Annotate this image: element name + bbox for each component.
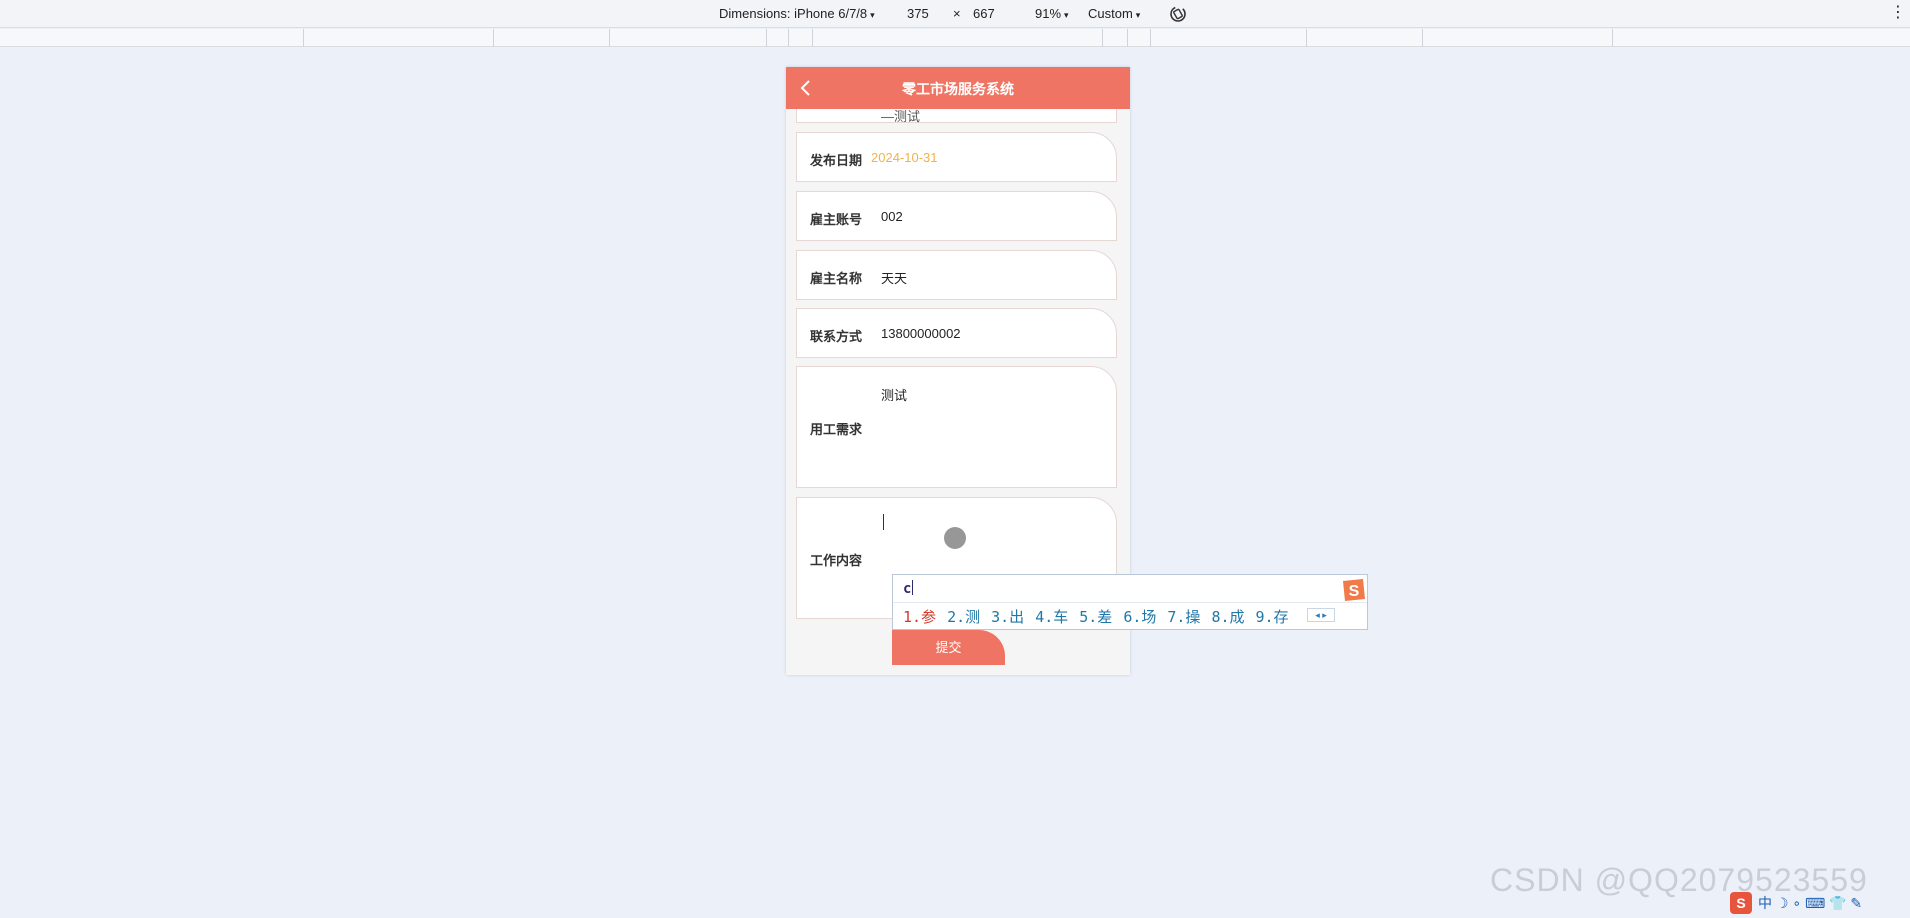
devtools-toolbar: Dimensions: iPhone 6/7/8 ▾ 375 × 667 91% ▾… bbox=[0, 0, 1910, 28]
zoom-label: 91% bbox=[1035, 6, 1062, 21]
tray-icons[interactable]: 中 ☽ ∘ ⌨ 👕 ✎ bbox=[1758, 895, 1862, 911]
contact-input[interactable]: 13800000002 bbox=[881, 326, 961, 341]
ruler-segment bbox=[1612, 29, 1613, 47]
more-options-icon[interactable]: ⋮ bbox=[1890, 4, 1906, 22]
requirement-textarea[interactable]: 测试 bbox=[881, 385, 907, 404]
device-select[interactable]: Dimensions: iPhone 6/7/8 ▾ bbox=[719, 6, 875, 21]
field-label: 雇主账号 bbox=[810, 212, 863, 227]
ruler-segment bbox=[609, 29, 610, 47]
app-header: 零工市场服务系统 bbox=[786, 67, 1130, 109]
ruler-segment bbox=[1422, 29, 1423, 47]
ime-tray: S 中 ☽ ∘ ⌨ 👕 ✎ bbox=[1730, 892, 1862, 914]
ime-candidate[interactable]: 4.车 bbox=[1035, 608, 1068, 626]
chevron-down-icon: ▾ bbox=[1135, 10, 1141, 20]
ruler-segment bbox=[812, 29, 813, 47]
height-input[interactable]: 667 bbox=[973, 6, 995, 21]
field-label: 工作内容 bbox=[810, 553, 863, 568]
ruler-segment bbox=[1306, 29, 1307, 47]
field-requirement[interactable]: 用工需求 测试 bbox=[796, 366, 1117, 488]
ruler-segment bbox=[493, 29, 494, 47]
ruler-segment bbox=[1102, 29, 1103, 47]
throttle-select[interactable]: Custom ▾ bbox=[1088, 6, 1140, 21]
ruler-segment bbox=[1127, 29, 1128, 47]
device-label: Dimensions: iPhone 6/7/8 bbox=[719, 6, 868, 21]
media-query-ruler bbox=[0, 29, 1910, 47]
ruler-segment bbox=[303, 29, 304, 47]
ime-candidate[interactable]: 6.场 bbox=[1123, 608, 1156, 626]
text-cursor bbox=[883, 514, 884, 530]
ime-candidate[interactable]: 2.测 bbox=[947, 608, 980, 626]
zoom-select[interactable]: 91% ▾ bbox=[1035, 6, 1069, 21]
chevron-down-icon: ▾ bbox=[1064, 10, 1069, 20]
ime-candidate[interactable]: 8.成 bbox=[1211, 608, 1244, 626]
ime-candidate[interactable]: 3.出 bbox=[991, 608, 1024, 626]
ruler-segment bbox=[766, 29, 767, 47]
width-input[interactable]: 375 bbox=[907, 6, 929, 21]
page-title: 零工市场服务系统 bbox=[902, 81, 1014, 97]
employer-name-input[interactable]: 天天 bbox=[881, 268, 907, 287]
ime-page-arrows-icon[interactable]: ◂ ▸ bbox=[1307, 608, 1335, 622]
ruler-segment bbox=[1150, 29, 1151, 47]
divider bbox=[893, 602, 1367, 603]
ime-composition: c bbox=[903, 580, 914, 597]
field-label: 雇主名称 bbox=[810, 271, 863, 286]
publish-date-value[interactable]: 2024-10-31 bbox=[871, 150, 938, 165]
sogou-logo-icon: S bbox=[1343, 579, 1365, 601]
field-label: 发布日期 bbox=[810, 153, 863, 168]
svg-text:S: S bbox=[1349, 583, 1360, 600]
field-employer-account[interactable]: 雇主账号 002 bbox=[796, 191, 1117, 241]
ime-candidate[interactable]: 7.操 bbox=[1167, 608, 1200, 626]
ime-candidates: 1.参 2.测 3.出 4.车 5.差 6.场 7.操 8.成 9.存 bbox=[903, 606, 1300, 627]
chevron-down-icon: ▾ bbox=[870, 10, 875, 20]
field-label: 联系方式 bbox=[810, 329, 863, 344]
ime-caret bbox=[912, 580, 914, 595]
sogou-tray-icon[interactable]: S bbox=[1730, 892, 1752, 914]
ime-candidate[interactable]: 5.差 bbox=[1079, 608, 1112, 626]
field-contact[interactable]: 联系方式 13800000002 bbox=[796, 308, 1117, 358]
field-publish-date[interactable]: 发布日期 2024-10-31 bbox=[796, 132, 1117, 182]
ruler-segment bbox=[788, 29, 789, 47]
ime-candidate-window: c S 1.参 2.测 3.出 4.车 5.差 6.场 7.操 8.成 9.存 ◂ ▸ bbox=[892, 574, 1368, 630]
rotate-icon[interactable] bbox=[1168, 4, 1188, 24]
ime-input-text: c bbox=[903, 581, 912, 597]
touch-pointer-indicator bbox=[944, 527, 966, 549]
field-label: 用工需求 bbox=[810, 422, 863, 437]
ime-candidate[interactable]: 9.存 bbox=[1256, 608, 1289, 626]
throttle-label: Custom bbox=[1088, 6, 1133, 21]
field-employer-name[interactable]: 雇主名称 天天 bbox=[796, 250, 1117, 300]
submit-button[interactable]: 提交 bbox=[892, 630, 1005, 665]
employer-account-input[interactable]: 002 bbox=[881, 209, 903, 224]
ime-candidate[interactable]: 1.参 bbox=[903, 608, 936, 626]
times-separator: × bbox=[953, 6, 961, 21]
